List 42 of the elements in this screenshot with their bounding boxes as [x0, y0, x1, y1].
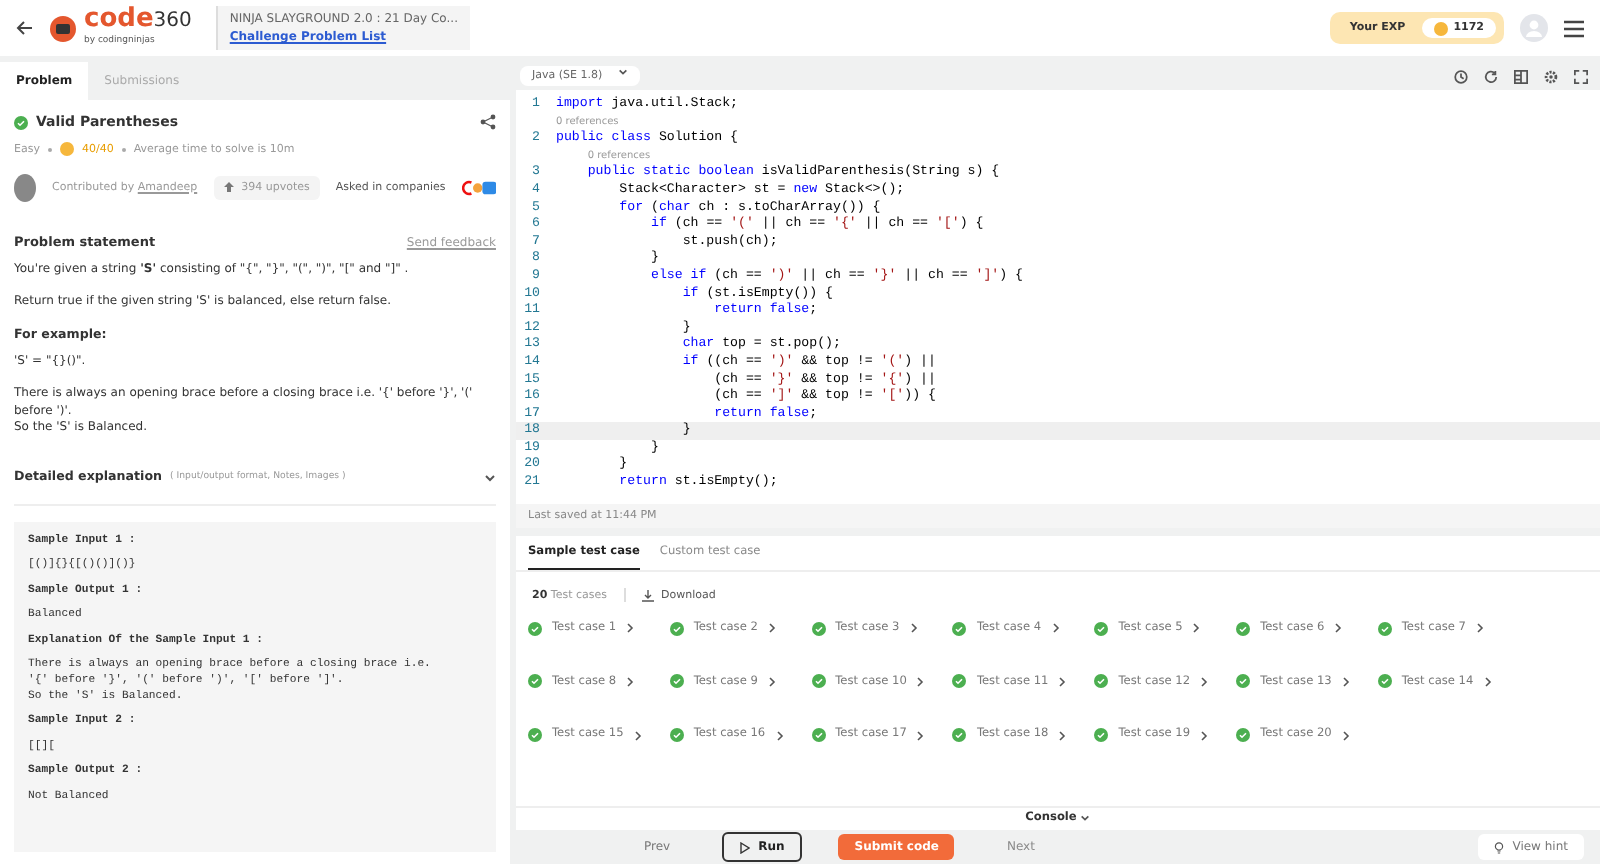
chevron-right-icon — [1200, 675, 1209, 688]
coin-icon — [59, 142, 74, 157]
chevron-right-icon — [775, 729, 784, 742]
download-icon — [641, 589, 653, 602]
clock-icon[interactable] — [1454, 69, 1468, 83]
avatar-placeholder — [14, 173, 36, 202]
chevron-right-icon — [767, 675, 776, 688]
chevron-right-icon — [1341, 675, 1350, 688]
chevron-right-icon — [1341, 729, 1350, 742]
company-logos-icon — [461, 177, 496, 198]
chevron-right-icon — [916, 729, 925, 742]
share-icon[interactable] — [480, 114, 496, 131]
chevron-right-icon — [1192, 622, 1201, 635]
settings-icon[interactable] — [1544, 69, 1558, 83]
chevron-down-icon[interactable] — [484, 474, 496, 482]
play-icon — [740, 841, 751, 853]
chevron-right-icon — [1058, 729, 1067, 742]
menu-icon[interactable] — [1564, 19, 1584, 37]
layout-icon[interactable] — [1514, 69, 1528, 83]
chevron-right-icon — [626, 622, 635, 635]
coin-icon — [1433, 21, 1448, 35]
chevron-down-icon — [1080, 813, 1091, 822]
chevron-right-icon — [909, 622, 918, 635]
chevron-right-icon — [633, 729, 642, 742]
chevron-right-icon — [626, 675, 635, 688]
chevron-down-icon — [618, 67, 629, 76]
fullscreen-icon[interactable] — [1574, 69, 1588, 83]
chevron-right-icon — [767, 622, 776, 635]
chevron-right-icon — [916, 675, 925, 688]
logo-number: 360 — [153, 8, 192, 35]
lightbulb-icon — [1494, 841, 1505, 853]
chevron-right-icon — [1051, 622, 1060, 635]
chevron-right-icon — [1200, 729, 1209, 742]
chevron-right-icon — [1483, 675, 1492, 688]
logo-icon — [50, 15, 76, 41]
chevron-right-icon — [1334, 622, 1343, 635]
chevron-right-icon — [1058, 675, 1067, 688]
logo-wordmark: code — [84, 6, 154, 33]
upvote-icon — [223, 182, 234, 193]
refresh-icon[interactable] — [1484, 69, 1498, 83]
chevron-right-icon — [1476, 622, 1484, 635]
back-arrow-icon[interactable] — [16, 20, 34, 36]
